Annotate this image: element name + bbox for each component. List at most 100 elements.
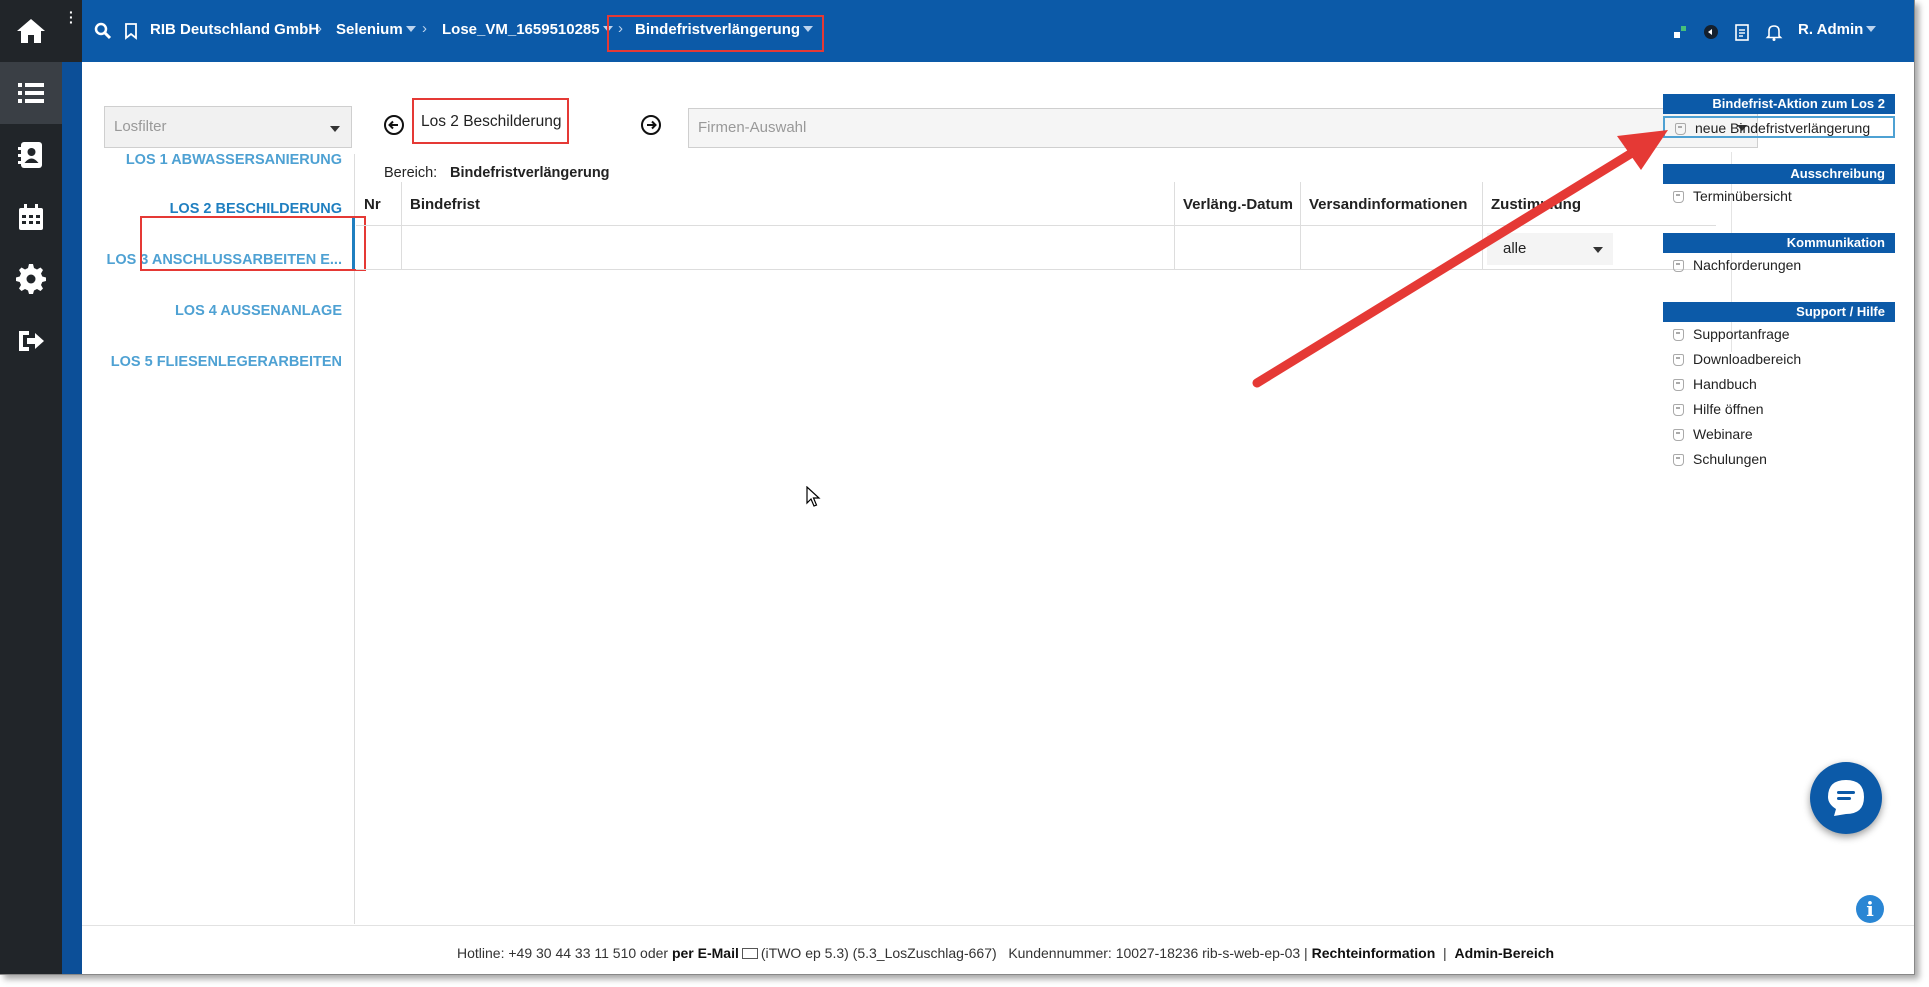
section-support-hilfe: Support / Hilfe: [1663, 302, 1895, 322]
left-rail: [0, 0, 62, 974]
bookmark-icon[interactable]: [122, 22, 140, 40]
column-bindefrist[interactable]: Bindefrist: [402, 182, 1175, 226]
los-item[interactable]: LOS 1 ABWASSERSANIERUNG: [82, 152, 354, 168]
filter-cell[interactable]: [402, 226, 1175, 270]
mouse-cursor-icon: [806, 486, 821, 507]
document-icon: [1673, 354, 1684, 366]
terminuebersicht-link[interactable]: Terminübersicht: [1663, 186, 1895, 208]
footer-kundennummer: Kundennummer: 10027-18236 rib-s-web-ep-0…: [1008, 945, 1308, 961]
app-window: · · · RIB Deutschland GmbH › Selenium › Lo…: [0, 0, 1915, 975]
column-verlaeng-datum[interactable]: Verläng.-Datum: [1175, 182, 1301, 226]
list-icon[interactable]: [0, 62, 62, 124]
column-nr[interactable]: Nr: [356, 182, 402, 226]
chevron-down-icon: [330, 126, 340, 132]
filter-cell[interactable]: [1301, 226, 1483, 270]
logout-icon[interactable]: [0, 310, 62, 372]
chevron-down-icon: [1593, 247, 1603, 253]
webinare-link[interactable]: Webinare: [1663, 424, 1895, 446]
footer-email-link[interactable]: per E-Mail: [672, 945, 739, 961]
side-item-label: neue Bindefristverlängerung: [1695, 120, 1871, 136]
supportanfrage-link[interactable]: Supportanfrage: [1663, 324, 1895, 346]
side-item-label: Terminübersicht: [1693, 188, 1792, 204]
footer-rechteinformation-link[interactable]: Rechteinformation: [1312, 945, 1436, 961]
clipboard-icon[interactable]: [1733, 23, 1751, 41]
grid-header: Nr Bindefrist Verläng.-Datum Versandinfo…: [356, 182, 1716, 226]
side-item-label: Downloadbereich: [1693, 351, 1802, 367]
losfilter-placeholder: Losfilter: [114, 118, 167, 135]
home-icon[interactable]: [0, 0, 62, 62]
calendar-icon[interactable]: [0, 186, 62, 248]
hilfe-oeffnen-link[interactable]: Hilfe öffnen: [1663, 399, 1895, 421]
side-item-label: Handbuch: [1693, 376, 1757, 392]
grid-filter-row: alle: [356, 226, 1716, 270]
side-item-label: Supportanfrage: [1693, 326, 1790, 342]
document-icon: [1673, 260, 1684, 272]
annotation-highlight-breadcrumb: [607, 15, 824, 52]
arrow-right-circle-icon[interactable]: [640, 114, 662, 136]
document-icon: [1673, 454, 1684, 466]
footer-text: Hotline: +49 30 44 33 11 510 oder per E-…: [457, 945, 1554, 961]
footer: Hotline: +49 30 44 33 11 510 oder per E-…: [82, 925, 1914, 974]
main-content: Losfilter LOS 1 ABWASSERSANIERUNG LOS 2 …: [82, 62, 1914, 924]
losfilter-select[interactable]: Losfilter: [104, 106, 352, 148]
arrow-left-circle-icon[interactable]: [383, 114, 405, 136]
rail-strip: [62, 62, 82, 974]
user-menu[interactable]: R. Admin: [1798, 21, 1877, 38]
footer-admin-link[interactable]: Admin-Bereich: [1454, 945, 1554, 961]
side-item-label: Webinare: [1693, 426, 1753, 442]
annotation-highlight-los: [140, 216, 366, 271]
section-kommunikation: Kommunikation: [1663, 233, 1895, 253]
firmen-select[interactable]: Firmen-Auswahl: [688, 108, 1758, 148]
search-icon[interactable]: [94, 22, 112, 40]
document-icon: [1673, 404, 1684, 416]
breadcrumb-company[interactable]: RIB Deutschland GmbH: [150, 21, 319, 38]
document-icon: [1673, 379, 1684, 391]
footer-hotline: Hotline: +49 30 44 33 11 510 oder: [457, 945, 669, 961]
top-header: RIB Deutschland GmbH › Selenium › Lose_V…: [82, 0, 1914, 62]
downloadbereich-link[interactable]: Downloadbereich: [1663, 349, 1895, 371]
plugin-icon[interactable]: [1702, 23, 1720, 41]
filter-cell[interactable]: [356, 226, 402, 270]
nachforderungen-link[interactable]: Nachforderungen: [1663, 255, 1895, 277]
breadcrumb-separator: ›: [317, 20, 322, 37]
handbuch-link[interactable]: Handbuch: [1663, 374, 1895, 396]
gear-icon[interactable]: [0, 248, 62, 310]
section-bindefrist-aktion: Bindefrist-Aktion zum Los 2: [1663, 94, 1895, 114]
side-item-label: Hilfe öffnen: [1693, 401, 1764, 417]
side-item-label: Nachforderungen: [1693, 257, 1802, 273]
breadcrumb-lose[interactable]: Lose_VM_1659510285: [442, 21, 613, 38]
footer-version: (iTWO ep 5.3) (5.3_LosZuschlag-667): [760, 945, 997, 961]
apps-icon[interactable]: [1671, 23, 1689, 41]
los-item[interactable]: LOS 5 FLIESENLEGERARBEITEN: [82, 354, 354, 370]
bereich-value: Bindefristverlängerung: [450, 165, 610, 181]
filter-cell[interactable]: [1175, 226, 1301, 270]
los-item-active[interactable]: LOS 2 BESCHILDERUNG: [82, 201, 354, 217]
chat-icon: [1828, 780, 1864, 816]
column-versandinformationen[interactable]: Versandinformationen: [1301, 182, 1483, 226]
info-icon[interactable]: i: [1856, 895, 1884, 923]
annotation-highlight-title: [412, 98, 569, 144]
los-item[interactable]: LOS 4 AUSSENANLAGE: [82, 303, 354, 319]
zustimmung-filter-value: alle: [1503, 240, 1527, 257]
footer-divider: |: [1443, 945, 1447, 961]
bereich-label: Bereich:: [384, 165, 438, 181]
breadcrumb-separator: ›: [422, 20, 427, 37]
column-zustimmung[interactable]: Zustimmung: [1483, 182, 1618, 226]
bell-icon[interactable]: [1765, 23, 1783, 41]
document-icon: [1673, 191, 1684, 203]
schulungen-link[interactable]: Schulungen: [1663, 449, 1895, 471]
neue-bindefristverlaengerung-link[interactable]: neue Bindefristverlängerung: [1663, 116, 1895, 138]
chat-bubble-button[interactable]: [1810, 762, 1882, 834]
mail-icon: [741, 948, 758, 959]
document-icon: [1673, 429, 1684, 441]
contacts-icon[interactable]: [0, 124, 62, 186]
firmen-placeholder: Firmen-Auswahl: [698, 119, 807, 136]
zustimmung-filter-select[interactable]: alle: [1487, 233, 1613, 265]
document-icon: [1675, 123, 1686, 135]
document-icon: [1673, 329, 1684, 341]
breadcrumb-project[interactable]: Selenium: [336, 21, 416, 38]
filter-cell: alle: [1483, 226, 1618, 270]
side-item-label: Schulungen: [1693, 451, 1767, 467]
section-ausschreibung: Ausschreibung: [1663, 164, 1895, 184]
rail-menu-dots[interactable]: · · ·: [62, 0, 82, 62]
